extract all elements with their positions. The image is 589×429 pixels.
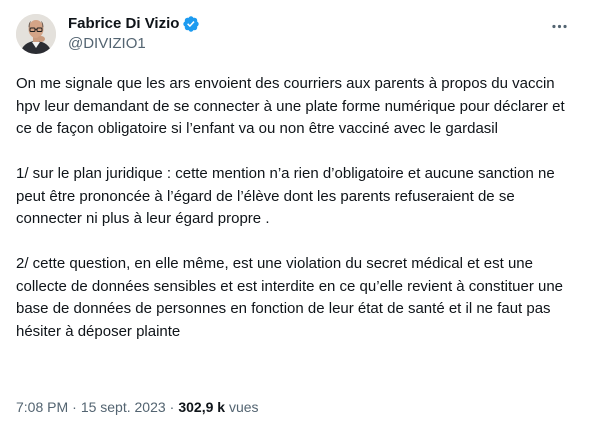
author-avatar[interactable] — [16, 14, 56, 54]
author-names: Fabrice Di Vizio @DIVIZIO1 — [68, 14, 200, 54]
author-name-row: Fabrice Di Vizio — [68, 14, 200, 34]
more-options-button[interactable] — [545, 12, 573, 40]
tweet-header: Fabrice Di Vizio @DIVIZIO1 — [16, 12, 573, 56]
more-horizontal-icon — [551, 24, 567, 28]
views-count[interactable]: 302,9 k — [178, 399, 225, 415]
tweet-card: Fabrice Di Vizio @DIVIZIO1 On me signale… — [0, 0, 589, 429]
tweet-date: 15 sept. 2023 — [80, 399, 166, 415]
profile-photo-icon — [16, 14, 56, 54]
tweet-time: 7:08 PM — [16, 399, 69, 415]
views-label: vues — [228, 399, 259, 415]
tweet-timestamp[interactable]: 7:08 PM · 15 sept. 2023 — [16, 399, 166, 415]
meta-separator: · — [169, 399, 175, 415]
meta-separator: · — [72, 399, 77, 415]
author-display-name[interactable]: Fabrice Di Vizio — [68, 14, 179, 34]
tweet-paragraph-1: On me signale que les ars envoient des c… — [16, 75, 565, 137]
tweet-paragraph-2: 1/ sur le plan juridique : cette mention… — [16, 165, 555, 227]
author-handle[interactable]: @DIVIZIO1 — [68, 34, 200, 54]
verified-badge-icon[interactable] — [182, 15, 200, 33]
tweet-meta: 7:08 PM · 15 sept. 2023 · 302,9 k vues — [16, 397, 259, 417]
tweet-paragraph-3: 2/ cette question, en elle même, est une… — [16, 255, 564, 340]
tweet-text: On me signale que les ars envoient des c… — [16, 73, 576, 343]
